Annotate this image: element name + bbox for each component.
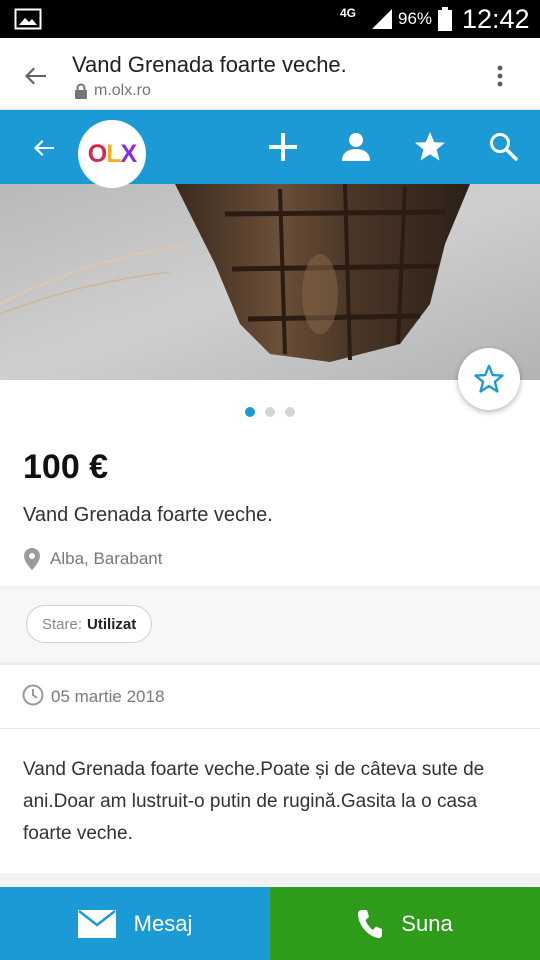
divider	[0, 662, 540, 665]
envelope-icon	[77, 909, 116, 938]
param-value: Utilizat	[87, 615, 137, 633]
image-notification-icon	[14, 8, 42, 30]
param-chip-condition: Stare: Utilizat	[26, 605, 153, 643]
gallery-dot[interactable]	[265, 406, 275, 417]
lock-icon	[75, 83, 87, 99]
phone-icon	[358, 909, 383, 938]
more-vert-icon[interactable]	[488, 60, 512, 92]
signal-icon	[372, 9, 392, 29]
divider	[0, 728, 540, 729]
status-bar: 4G 96% 12:42	[0, 0, 540, 38]
olx-logo[interactable]: O L X	[78, 120, 146, 188]
ad-title: Vand Grenada foarte veche.	[23, 504, 273, 526]
param-label: Stare:	[42, 615, 83, 633]
divider	[0, 873, 540, 887]
battery-percent: 96%	[398, 9, 433, 28]
ad-location: Alba, Barabant	[50, 549, 163, 568]
logo-letter-o: O	[87, 139, 107, 168]
add-icon[interactable]	[266, 130, 300, 164]
network-type: 4G	[340, 6, 357, 20]
gallery-dot[interactable]	[245, 406, 255, 417]
clock-icon	[22, 684, 44, 706]
ad-date: 05 martie 2018	[51, 687, 165, 706]
ad-photo[interactable]	[0, 184, 540, 380]
star-outline-icon	[474, 364, 504, 393]
account-icon[interactable]	[339, 130, 373, 164]
gallery-dot[interactable]	[285, 406, 295, 417]
favorite-button[interactable]	[458, 348, 520, 410]
call-button-label: Suna	[401, 910, 453, 936]
contact-actions: Mesaj Suna	[0, 887, 540, 960]
logo-letter-x: X	[120, 139, 138, 168]
back-arrow-icon[interactable]	[30, 134, 58, 162]
battery-icon	[438, 7, 452, 31]
ad-price: 100 €	[23, 448, 109, 486]
call-button[interactable]: Suna	[270, 887, 540, 960]
browser-url-bar: Vand Grenada foarte veche. m.olx.ro	[0, 38, 540, 110]
location-pin-icon	[24, 548, 40, 570]
clock: 12:42	[462, 4, 530, 34]
search-icon[interactable]	[487, 130, 521, 164]
message-button[interactable]: Mesaj	[0, 887, 270, 960]
back-arrow-icon[interactable]	[20, 60, 52, 92]
logo-letter-l: L	[106, 139, 121, 168]
grenade-photo-image	[0, 184, 540, 380]
url-text[interactable]: m.olx.ro	[94, 82, 151, 100]
star-icon[interactable]	[413, 130, 447, 164]
gallery-pagination	[0, 403, 540, 417]
message-button-label: Mesaj	[133, 910, 193, 936]
ad-description: Vand Grenada foarte veche.Poate și de câ…	[23, 759, 485, 844]
page-title: Vand Grenada foarte veche.	[72, 52, 347, 77]
